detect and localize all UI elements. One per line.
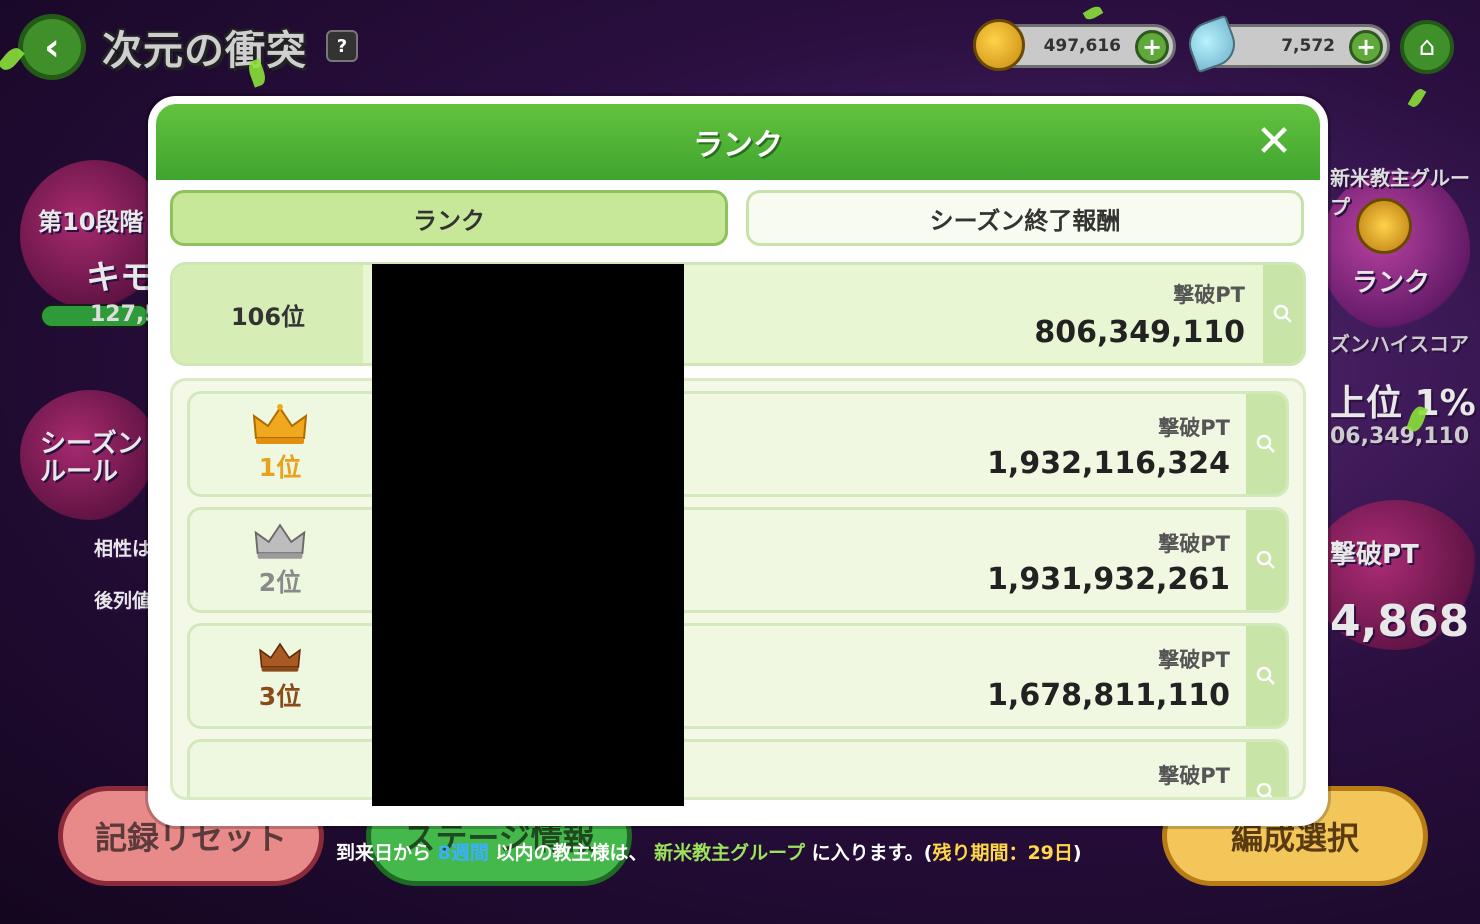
notice-remain-label: 残り期間： (932, 842, 1028, 864)
bronze-crown-icon (259, 642, 301, 672)
leaf-counter: 7,572 + (1182, 14, 1390, 74)
notice-text: ) (1072, 842, 1082, 864)
notice-group: 新米教主グループ (654, 842, 806, 864)
pt-value: 1,931,932,261 (987, 562, 1230, 597)
row-search-button[interactable] (1246, 742, 1286, 797)
silver-crown-icon (254, 523, 306, 559)
chevron-left-icon: ‹ (44, 25, 60, 69)
rank-label: 3位 (258, 682, 302, 711)
search-icon (1256, 434, 1275, 453)
top-percent: 上位 1% (1330, 383, 1476, 424)
gold-crown-icon (252, 404, 308, 444)
boss-name: キモ (86, 258, 154, 298)
high-score-value: 06,349,110 (1330, 424, 1470, 449)
right-pt-label: 撃破PT (1330, 540, 1419, 570)
redacted-region (372, 264, 684, 806)
add-coins-button[interactable]: + (1135, 30, 1169, 64)
close-icon[interactable]: ✕ (1250, 118, 1298, 166)
my-search-button[interactable] (1263, 265, 1303, 363)
my-rank-row: 106位 撃破PT 806,349,110 (170, 262, 1306, 366)
leaderboard-row[interactable]: 1位 撃破PT 1,932,116,324 (187, 391, 1289, 497)
rank-cell: 3位 (190, 626, 370, 726)
tab-season-reward[interactable]: シーズン終了報酬 (746, 190, 1304, 246)
rule-item-2: 後列値 (94, 590, 152, 612)
my-rank: 106位 (173, 265, 363, 363)
notice-weeks: 8週間 (437, 842, 489, 864)
notice-text: 以内の教主様は、 (495, 842, 648, 864)
leaf-decoration (1407, 86, 1427, 110)
rule-item-1: 相性は (94, 538, 152, 560)
pt-label: 撃破PT (1158, 764, 1230, 788)
my-pt-value: 806,349,110 (1034, 315, 1245, 350)
coin-icon (973, 19, 1025, 71)
search-icon (1256, 666, 1275, 685)
leaderboard-row[interactable]: 4位 撃破PT (187, 739, 1289, 797)
rank-label: 1位 (258, 453, 302, 482)
pt-label: 撃破PT (1158, 416, 1230, 440)
pt-label: 撃破PT (1158, 532, 1230, 556)
add-leaves-button[interactable]: + (1349, 30, 1383, 64)
search-icon (1273, 304, 1292, 323)
boss-hp-bar: 127,5 (40, 302, 160, 328)
right-pt-value: 4,868 (1330, 596, 1470, 647)
search-icon (1256, 550, 1275, 569)
back-button[interactable]: ‹ (18, 14, 86, 80)
medal-icon (1356, 198, 1412, 254)
pt-value: 1,678,811,110 (987, 678, 1230, 713)
rank-label: 2位 (258, 568, 302, 597)
rank-cell: 2位 (190, 510, 370, 610)
season-rule-label[interactable]: シーズン ルール (40, 430, 143, 486)
help-button[interactable]: ? (326, 30, 358, 62)
coin-amount: 497,616 (1043, 36, 1121, 56)
stage-label: 第10段階 (38, 208, 144, 236)
coin-counter: 497,616 + (973, 19, 1176, 71)
search-icon (1256, 782, 1273, 797)
rank-cell: 4位 (190, 742, 370, 797)
home-button[interactable]: ⌂ (1400, 20, 1454, 74)
leaderboard-list[interactable]: 1位 撃破PT 1,932,116,324 2位 撃破PT 1,931,932,… (170, 378, 1306, 800)
leaf-amount: 7,572 (1281, 36, 1335, 56)
page-title: 次元の衝突 (102, 28, 307, 74)
my-pt-label: 撃破PT (1173, 283, 1245, 307)
leaderboard-row[interactable]: 3位 撃破PT 1,678,811,110 (187, 623, 1289, 729)
pt-value: 1,932,116,324 (987, 446, 1230, 481)
rank-modal: ランク ✕ ランク シーズン終了報酬 106位 撃破PT 806,349,110… (148, 96, 1328, 826)
tab-bar: ランク シーズン終了報酬 (170, 190, 1306, 248)
pt-label: 撃破PT (1158, 648, 1230, 672)
leaf-icon (1182, 14, 1242, 74)
row-search-button[interactable] (1246, 394, 1286, 494)
modal-header: ランク ✕ (156, 104, 1320, 180)
high-score-label: ズンハイスコア (1330, 332, 1469, 356)
modal-title: ランク (693, 128, 783, 163)
row-search-button[interactable] (1246, 510, 1286, 610)
leaderboard-row[interactable]: 2位 撃破PT 1,931,932,261 (187, 507, 1289, 613)
group-notice: 到来日から 8週間 以内の教主様は、 新米教主グループ に入ります。(残り期間：… (336, 838, 1082, 865)
tab-rank[interactable]: ランク (170, 190, 728, 246)
rank-badge-label[interactable]: ランク (1352, 262, 1430, 299)
row-search-button[interactable] (1246, 626, 1286, 726)
leaf-decoration (1082, 4, 1104, 22)
notice-text: 到来日から (336, 842, 432, 864)
rank-cell: 1位 (190, 394, 370, 494)
notice-text: に入ります。( (811, 842, 933, 864)
notice-days: 29日 (1027, 842, 1073, 864)
home-icon: ⌂ (1418, 32, 1436, 62)
